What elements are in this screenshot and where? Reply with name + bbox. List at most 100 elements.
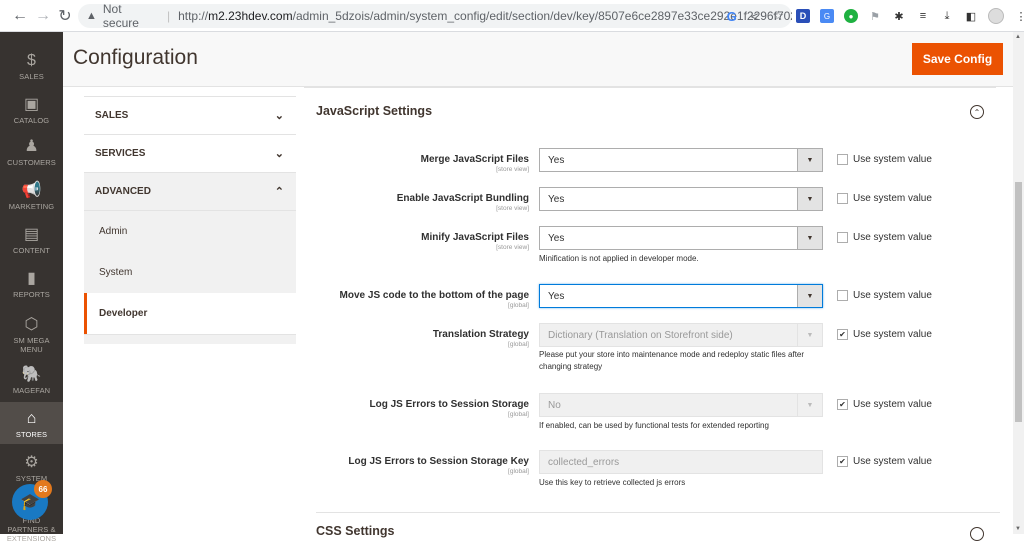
menu-item-customers[interactable]: ♟ CUSTOMERS — [0, 138, 63, 170]
menu-item-sm-mega-menu[interactable]: ⬡ SM MEGA MENU — [0, 316, 63, 356]
menu-label: MAGEFAN — [12, 386, 51, 395]
use-system-value-checkbox[interactable]: Use system value — [837, 154, 932, 165]
profile-avatar[interactable] — [988, 8, 1004, 24]
checkbox[interactable] — [837, 290, 848, 301]
url-path: /admin_5dzois/admin/system_config/edit/s… — [292, 9, 792, 23]
scroll-up-arrow-icon[interactable]: ▲ — [1015, 34, 1021, 40]
checkbox[interactable] — [837, 232, 848, 243]
menu-item-catalog[interactable]: ▣ CATALOG — [0, 96, 63, 128]
use-system-value-checkbox[interactable]: ✔ Use system value — [837, 399, 932, 410]
checkbox[interactable] — [837, 193, 848, 204]
checkbox-label: Use system value — [853, 290, 932, 301]
config-tab-developer[interactable]: Developer — [84, 293, 296, 334]
url-text[interactable]: http://m2.23hdev.com/admin_5dzois/admin/… — [178, 9, 792, 23]
layout-icon: ▤ — [23, 226, 40, 243]
config-group-services[interactable]: SERVICES ⌄ — [84, 135, 296, 173]
merge-js-select[interactable]: Yes ▼ — [539, 148, 823, 172]
reload-button[interactable]: ↻ — [53, 4, 77, 28]
chevron-up-circle-icon[interactable]: ⌃ — [970, 105, 984, 119]
storefront-icon: ⌂ — [26, 410, 37, 427]
reading-list-icon[interactable]: ≡ — [916, 9, 930, 23]
css-settings-header[interactable]: CSS Settings — [316, 524, 395, 538]
chevron-circle-icon[interactable] — [970, 527, 984, 541]
use-system-value-checkbox[interactable]: Use system value — [837, 290, 932, 301]
dropdown-arrow-icon[interactable]: ▼ — [797, 188, 822, 210]
checkbox-label: Use system value — [853, 154, 932, 165]
chevron-down-icon: ⌄ — [274, 148, 284, 160]
label-text: Translation Strategy — [432, 329, 529, 340]
bookmark-star-icon[interactable]: ☆ — [772, 8, 784, 24]
security-label[interactable]: Not secure — [103, 2, 159, 30]
share-icon[interactable]: < — [751, 9, 759, 24]
download-icon[interactable]: ⤓ — [940, 9, 954, 23]
flag-extension-icon[interactable]: ⚑ — [868, 9, 882, 23]
chevron-down-icon: ⌄ — [274, 110, 284, 122]
google-lens-icon[interactable]: G — [727, 9, 737, 24]
label-text: Minify JavaScript Files — [421, 232, 529, 243]
use-system-value-checkbox[interactable]: Use system value — [837, 193, 932, 204]
green-extension-icon[interactable]: ● — [844, 9, 858, 23]
hexagon-icon: ⬡ — [24, 316, 39, 333]
field-label: Merge JavaScript Files [store view] — [421, 154, 529, 173]
field-note: Use this key to retrieve collected js er… — [539, 478, 686, 487]
menu-item-content[interactable]: ▤ CONTENT — [0, 226, 63, 258]
scroll-thumb[interactable] — [1015, 182, 1022, 422]
dropdown-arrow-icon[interactable]: ▼ — [797, 394, 822, 416]
notification-count-badge: 66 — [34, 480, 52, 498]
browser-menu-icon[interactable]: ⋮ — [1014, 9, 1024, 23]
page-scrollbar[interactable]: ▲ ▼ — [1013, 32, 1024, 534]
minify-js-select[interactable]: Yes ▼ — [539, 226, 823, 250]
extensions-puzzle-icon[interactable]: ✱ — [892, 9, 906, 23]
group-label: ADVANCED — [95, 186, 151, 197]
dropdown-arrow-icon[interactable]: ▼ — [797, 149, 822, 171]
save-config-button[interactable]: Save Config — [912, 43, 1003, 75]
menu-label: FIND PARTNERS & EXTENSIONS — [6, 516, 57, 543]
label-text: Log JS Errors to Session Storage Key — [348, 456, 529, 467]
back-button[interactable]: ← — [8, 4, 32, 28]
checkbox-label: Use system value — [853, 329, 932, 340]
use-system-value-checkbox[interactable]: ✔ Use system value — [837, 329, 932, 340]
move-js-bottom-select[interactable]: Yes ▼ — [539, 284, 823, 308]
config-tab-system[interactable]: System — [84, 252, 296, 293]
dropdown-arrow-icon[interactable]: ▼ — [797, 324, 822, 346]
scope-text: [global] — [508, 341, 529, 348]
dropdown-arrow-icon[interactable]: ▼ — [797, 227, 822, 249]
address-bar[interactable]: ▲ Not secure | http://m2.23hdev.com/admi… — [78, 2, 792, 30]
checkbox-checked[interactable]: ✔ — [837, 399, 848, 410]
menu-item-system[interactable]: ⚙ SYSTEM — [0, 454, 63, 486]
js-bundling-select[interactable]: Yes ▼ — [539, 187, 823, 211]
checkbox-checked[interactable]: ✔ — [837, 456, 848, 467]
translate-extension-icon[interactable]: G — [820, 9, 834, 23]
translation-strategy-select[interactable]: Dictionary (Translation on Storefront si… — [539, 323, 823, 347]
menu-item-marketing[interactable]: 📢 MARKETING — [0, 182, 63, 214]
section-title: JavaScript Settings — [316, 104, 433, 118]
extension-d-icon[interactable]: D — [796, 9, 810, 23]
checkbox-checked[interactable]: ✔ — [837, 329, 848, 340]
javascript-settings-header[interactable]: JavaScript Settings ⌃ — [304, 87, 996, 135]
gear-icon: ⚙ — [24, 454, 39, 471]
use-system-value-checkbox[interactable]: ✔ Use system value — [837, 456, 932, 467]
log-js-errors-key-input[interactable]: collected_errors — [539, 450, 823, 474]
checkbox[interactable] — [837, 154, 848, 165]
label-text: Enable JavaScript Bundling — [396, 193, 529, 204]
menu-item-reports[interactable]: ▮ REPORTS — [0, 270, 63, 302]
log-js-errors-select[interactable]: No ▼ — [539, 393, 823, 417]
menu-label: SM MEGA MENU — [13, 336, 50, 354]
scroll-down-arrow-icon[interactable]: ▼ — [1015, 526, 1021, 532]
scope-text: [store view] — [496, 205, 529, 212]
side-panel-icon[interactable]: ◧ — [964, 9, 978, 23]
use-system-value-checkbox[interactable]: Use system value — [837, 232, 932, 243]
config-group-sales[interactable]: SALES ⌄ — [84, 97, 296, 135]
menu-item-stores[interactable]: ⌂ STORES — [0, 402, 63, 444]
checkbox-label: Use system value — [853, 193, 932, 204]
menu-item-sales[interactable]: $ SALES — [0, 52, 63, 84]
menu-label: CONTENT — [13, 246, 50, 255]
config-tab-admin[interactable]: Admin — [84, 211, 296, 252]
forward-button[interactable]: → — [31, 4, 55, 28]
menu-item-magefan[interactable]: 🐘 MAGEFAN — [0, 366, 63, 398]
select-value: Yes — [548, 232, 565, 244]
config-group-advanced[interactable]: ADVANCED ⌃ — [84, 173, 296, 211]
warning-icon[interactable]: ▲ — [86, 10, 97, 22]
dropdown-arrow-icon[interactable]: ▼ — [797, 285, 822, 307]
checkbox-label: Use system value — [853, 232, 932, 243]
